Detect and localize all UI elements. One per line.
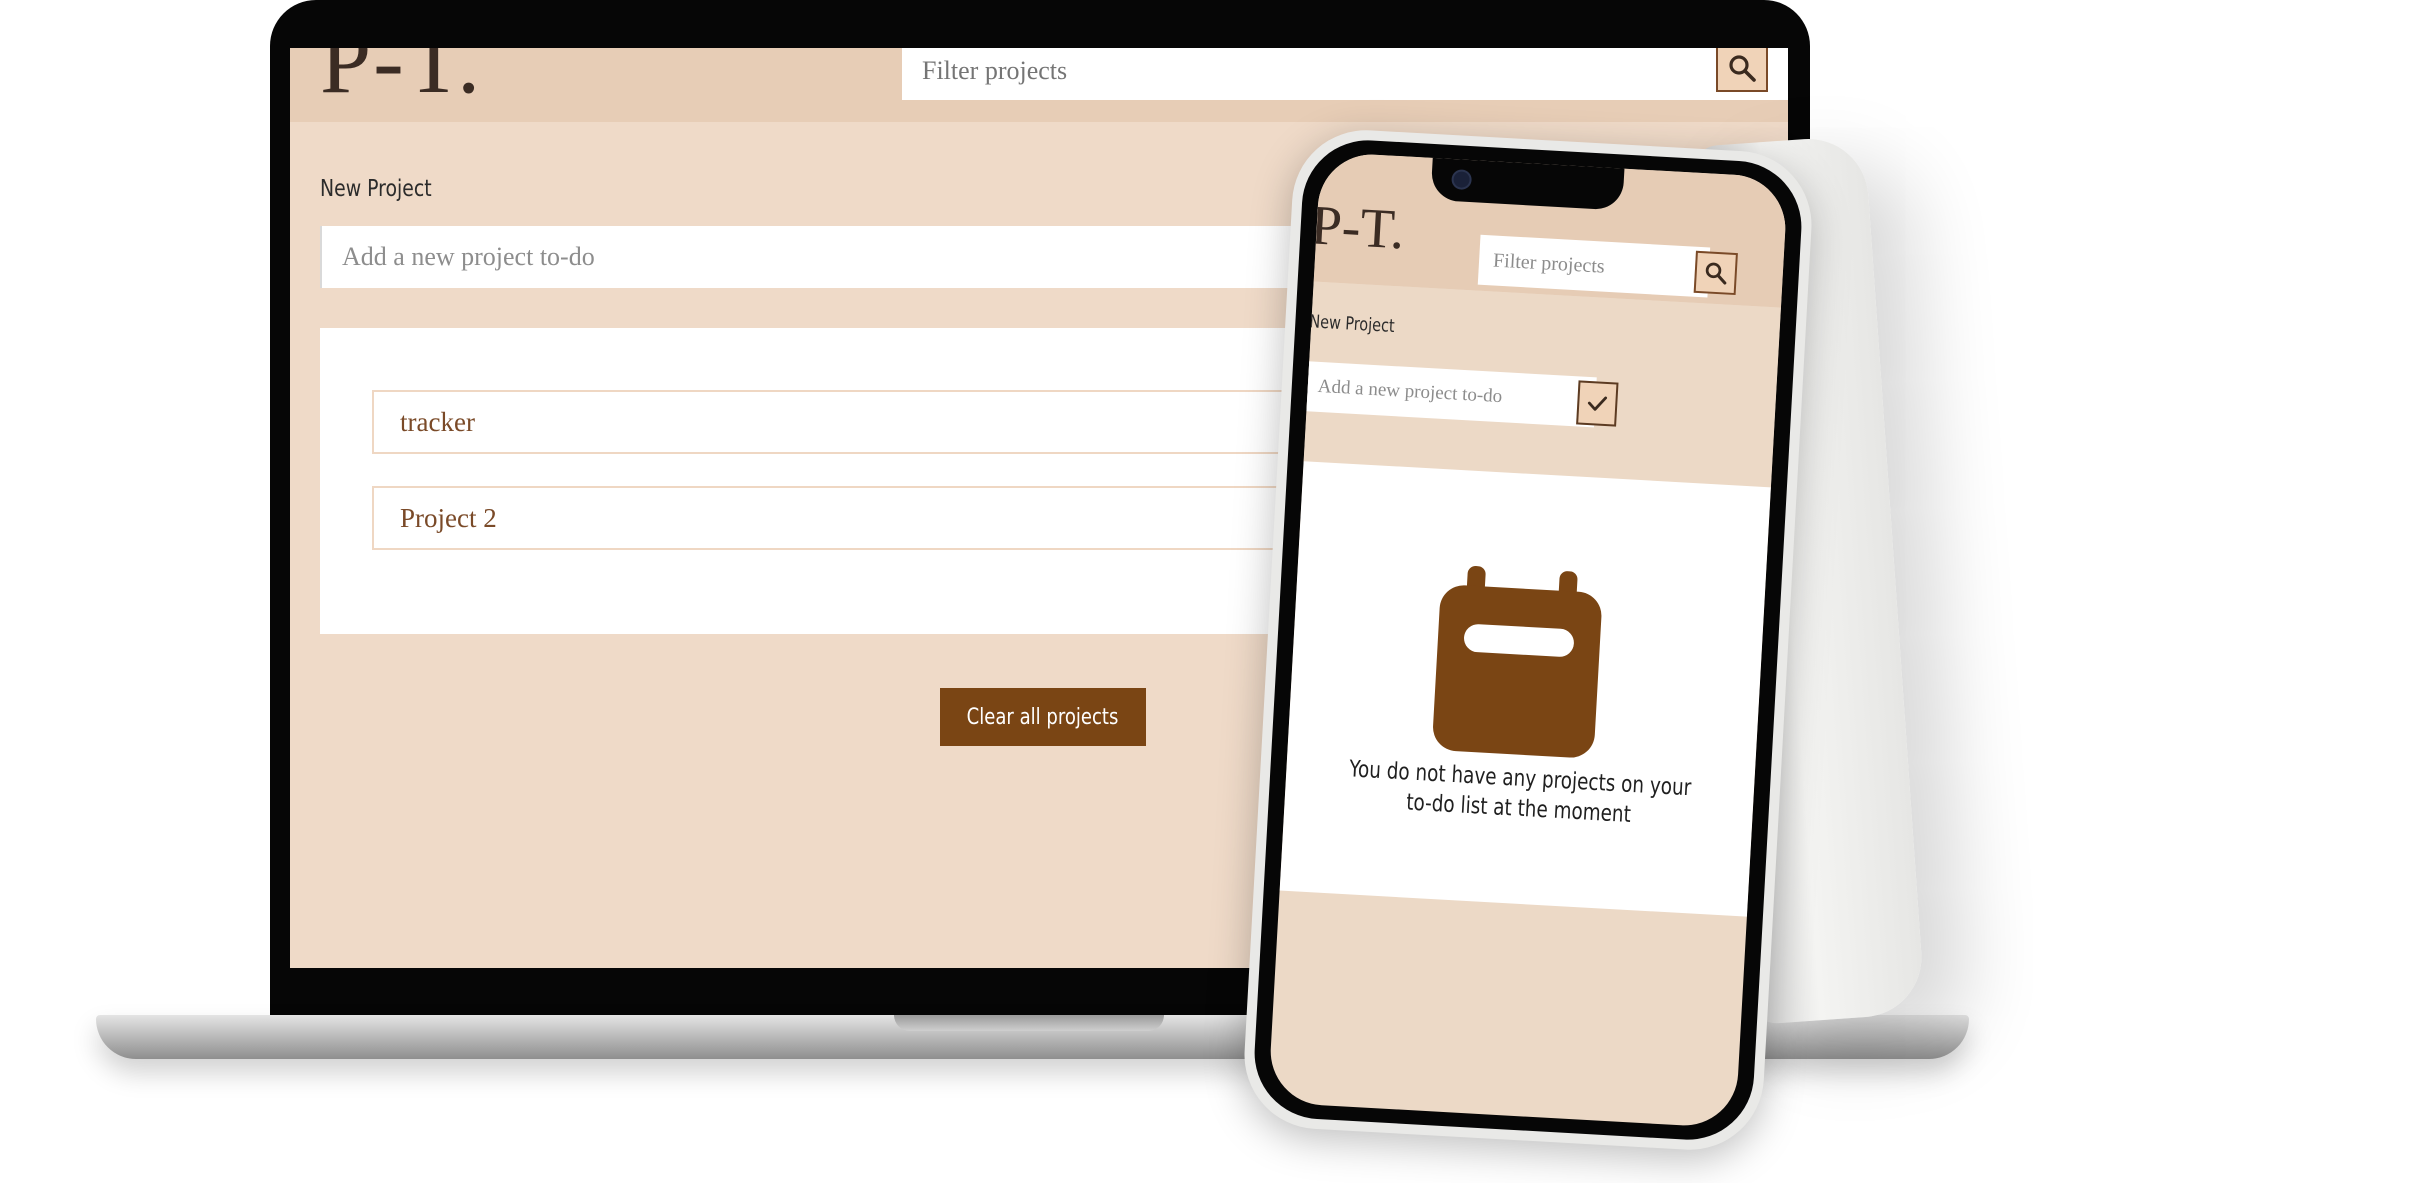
clear-all-projects-button[interactable]: Clear all projects (940, 688, 1146, 746)
search-icon (1705, 262, 1727, 285)
phone-device: P-T. Filter projects New Project Add a n… (1240, 126, 1816, 1154)
new-project-label: New Project (320, 176, 432, 202)
app-logo: P-T. (320, 48, 483, 112)
mobile-app-logo: P-T. (1309, 194, 1407, 262)
filter-projects-input[interactable] (902, 48, 1788, 100)
mobile-empty-state-card: You do not have any projects on your to-… (1279, 461, 1771, 917)
empty-state-message: You do not have any projects on your to-… (1294, 751, 1745, 836)
mobile-new-project-input[interactable]: Add a new project to-do (1304, 361, 1597, 428)
mobile-filter-projects-input[interactable]: Filter projects (1477, 234, 1711, 298)
app-header: P-T. (290, 48, 1788, 122)
search-button[interactable] (1716, 48, 1768, 92)
front-camera (1451, 169, 1473, 191)
add-project-button[interactable] (1576, 380, 1619, 427)
check-icon (1587, 396, 1608, 411)
laptop-hinge-notch (894, 1015, 1164, 1031)
empty-state-text: You do not have any projects on your to-… (1348, 756, 1692, 828)
calendar-icon (1433, 565, 1602, 758)
mobile-new-project-section: New Project Add a new project to-do (1303, 281, 1781, 488)
mobile-search-button[interactable] (1693, 250, 1738, 296)
clear-all-projects-label: Clear all projects (967, 704, 1119, 730)
search-icon (1729, 55, 1756, 82)
mobile-new-project-label: New Project (1308, 311, 1396, 338)
phone-screen: P-T. Filter projects New Project Add a n… (1267, 151, 1789, 1129)
